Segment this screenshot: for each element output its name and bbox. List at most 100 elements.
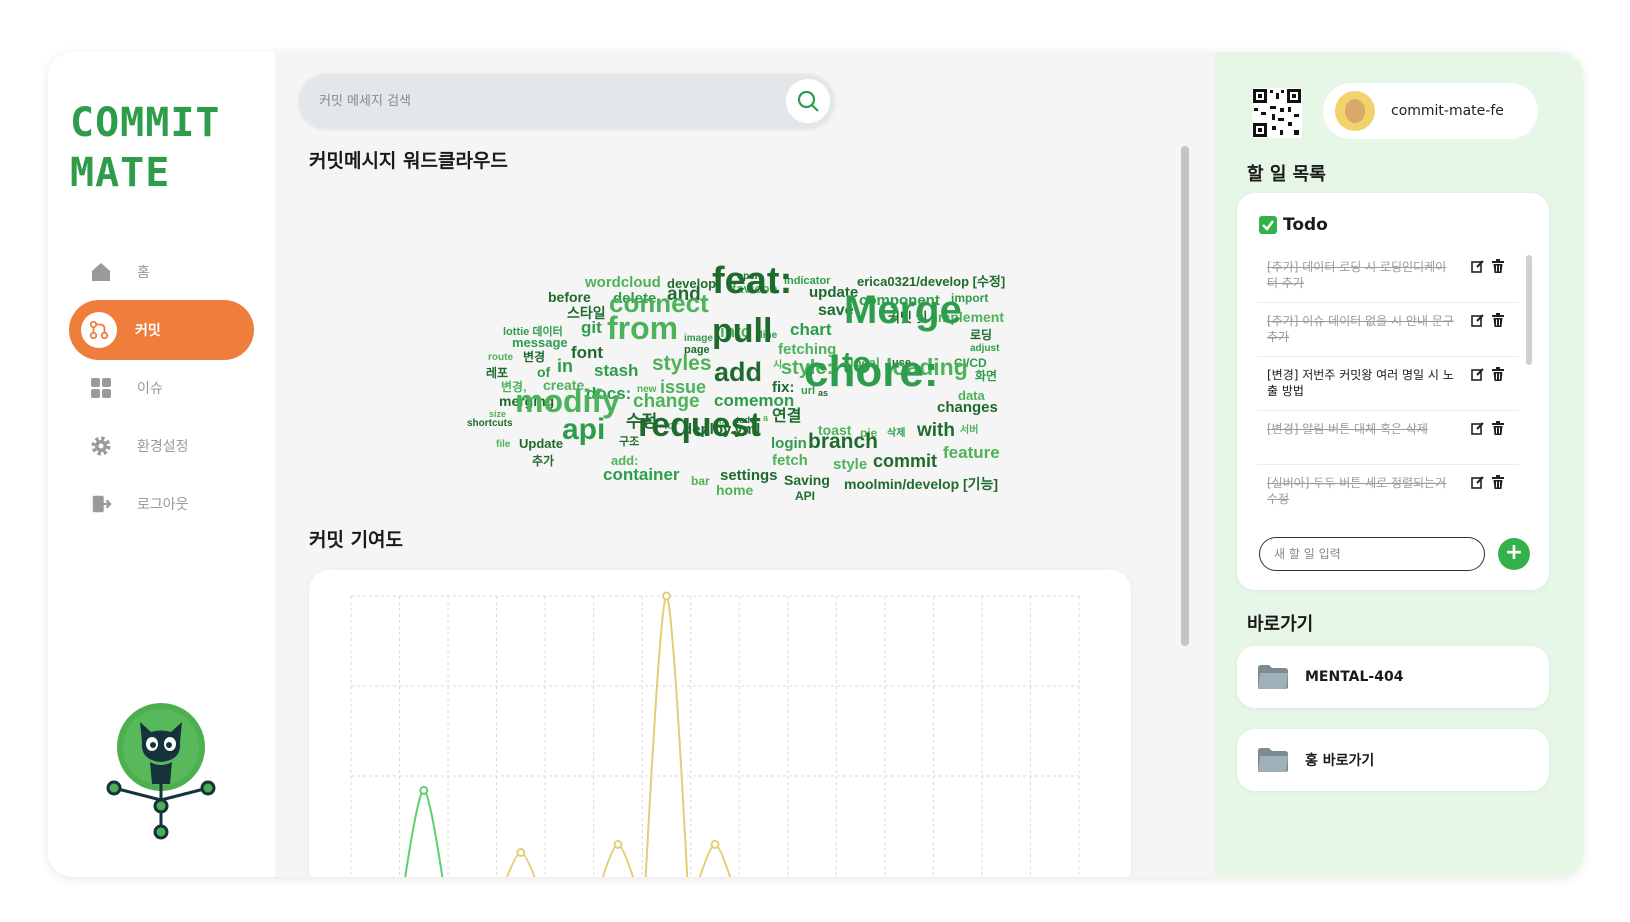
git-commit-icon: [81, 312, 117, 348]
wordcloud-word: shortcuts: [467, 418, 513, 429]
wordcloud-word: Merge: [844, 288, 962, 332]
todo-section-title: 할 일 목록: [1247, 164, 1326, 185]
todo-text: [실버아] 두두 버튼 세로 정렬되는거 수정: [1267, 476, 1447, 506]
todo-actions: [1471, 367, 1505, 381]
search-bar: [299, 74, 834, 128]
nav-item-settings[interactable]: 환경설정: [69, 416, 254, 476]
series-point[interactable]: [516, 848, 526, 857]
wordcloud-word: request: [638, 406, 761, 444]
trash-icon[interactable]: [1491, 367, 1505, 381]
profile-name: commit-mate-fe: [1391, 103, 1504, 119]
commit-wordcloud: wordcloud develop open favicon indicator upda…: [275, 212, 1175, 502]
wordcloud-word: 화면: [975, 369, 998, 383]
todo-actions: [1471, 259, 1505, 273]
series-line: [601, 843, 635, 877]
todo-card: Todo [추가] 데이터 로딩 시 로딩인디케이터 추가 [추가] 이슈 데이터…: [1237, 193, 1549, 590]
todo-item[interactable]: [추가] 데이터 로딩 시 로딩인디케이터 추가: [1257, 249, 1519, 303]
series-line: [698, 843, 732, 877]
wordcloud-word: 구조: [619, 436, 640, 448]
wordcloud-word: moolmin/develop [기능]: [844, 476, 999, 492]
wordcloud-word: a: [763, 413, 769, 423]
wordcloud-word: Saving: [784, 472, 830, 488]
wordcloud-word: home: [716, 482, 754, 498]
trash-icon[interactable]: [1491, 313, 1505, 327]
series-point[interactable]: [613, 839, 623, 849]
wordcloud-word: chore:: [804, 347, 939, 396]
series-point[interactable]: [419, 785, 429, 795]
octocat-mascot-icon: [106, 702, 226, 852]
edit-icon[interactable]: [1471, 367, 1485, 381]
wordcloud-word: adjust: [970, 343, 1000, 354]
nav-item-logout[interactable]: 로그아웃: [69, 474, 254, 534]
wordcloud-word: style: [833, 456, 868, 473]
edit-icon[interactable]: [1471, 475, 1485, 489]
series-line: [404, 789, 444, 877]
todo-text: [추가] 이슈 데이터 없을 시 안내 문구 추가: [1267, 314, 1454, 344]
edit-icon[interactable]: [1471, 313, 1485, 327]
wordcloud-word: font: [571, 343, 604, 362]
sidebar: COMMIT MATE 홈 커밋 이슈 환경설정 로그아웃: [48, 52, 275, 877]
trash-icon[interactable]: [1491, 421, 1505, 435]
contribution-title: 커밋 기여도: [309, 529, 404, 551]
search-icon: [797, 90, 819, 112]
shortcut-mental-404[interactable]: MENTAL-404: [1237, 646, 1549, 708]
main-scrollbar[interactable]: [1181, 146, 1189, 646]
wordcloud-word: settings: [720, 467, 778, 484]
todo-text: [변경] 알림 버튼 대체 혹은 삭제: [1267, 422, 1428, 436]
wordcloud-word: 레포: [486, 366, 509, 380]
trash-icon[interactable]: [1491, 475, 1505, 489]
edit-icon[interactable]: [1471, 421, 1485, 435]
main-content: 커밋메시지 워드클라우드 wordclouddevelopopenfavicon…: [275, 52, 1215, 877]
nav-item-issue[interactable]: 이슈: [69, 358, 254, 418]
app-window: COMMIT MATE 홈 커밋 이슈 환경설정 로그아웃 커밋 메세지 검색 …: [48, 52, 1583, 877]
wordcloud-word: container: [603, 465, 680, 484]
logo-line-2: MATE: [70, 150, 171, 196]
profile-chip[interactable]: commit-mate-fe: [1323, 83, 1538, 139]
todo-actions: [1471, 313, 1505, 327]
plus-icon: +: [1504, 540, 1524, 565]
todo-text: [추가] 데이터 로딩 시 로딩인디케이터 추가: [1267, 260, 1447, 290]
wordcloud-word: commit: [873, 451, 938, 471]
search-input[interactable]: [319, 74, 759, 128]
nav-label-issue: 이슈: [137, 381, 163, 397]
wordcloud-word: chart: [790, 320, 832, 339]
todo-item[interactable]: [변경] 저번주 커밋왕 여러 명일 시 노출 방법: [1257, 357, 1519, 411]
shortcut-section-title: 바로가기: [1247, 614, 1314, 635]
checkbox-icon: [1259, 216, 1277, 234]
todo-text: [변경] 저번주 커밋왕 여러 명일 시 노출 방법: [1267, 368, 1454, 398]
qr-code-icon[interactable]: [1252, 88, 1302, 138]
wordcloud-word: message: [512, 335, 568, 350]
wordcloud-word: feat:: [712, 260, 793, 302]
todo-scrollbar[interactable]: [1526, 255, 1532, 365]
new-todo-input[interactable]: [1259, 537, 1485, 571]
add-todo-button[interactable]: +: [1498, 538, 1530, 570]
nav-label-logout: 로그아웃: [137, 497, 189, 513]
wordcloud-word: route: [488, 352, 513, 363]
contribution-chart-card: [309, 570, 1131, 877]
todo-actions: [1471, 421, 1505, 435]
todo-item[interactable]: [변경] 알림 버튼 대체 혹은 삭제: [1257, 411, 1519, 465]
wordcloud-word: branch: [808, 430, 879, 453]
wordcloud-word: 변경: [523, 350, 546, 364]
wordcloud-word: changes: [937, 399, 998, 416]
shortcut-label: MENTAL-404: [1305, 669, 1404, 685]
avatar: [1335, 91, 1375, 131]
folder-icon: [1258, 665, 1288, 689]
series-point[interactable]: [710, 839, 720, 849]
edit-icon[interactable]: [1471, 259, 1485, 273]
shortcut-home[interactable]: 홍 바로가기: [1237, 729, 1549, 791]
todo-item[interactable]: [추가] 이슈 데이터 없을 시 안내 문구 추가: [1257, 303, 1519, 357]
right-panel: commit-mate-fe 할 일 목록 Todo [추가] 데이터 로딩 시…: [1215, 52, 1583, 877]
wordcloud-word: git: [581, 318, 602, 337]
wordcloud-word: erica0321/develop [수정]: [857, 274, 1006, 289]
folder-icon: [1258, 748, 1288, 772]
search-button[interactable]: [786, 79, 830, 123]
todo-item[interactable]: [실버아] 두두 버튼 세로 정렬되는거 수정: [1257, 465, 1519, 511]
series-point[interactable]: [661, 591, 671, 601]
trash-icon[interactable]: [1491, 259, 1505, 273]
nav-item-commit[interactable]: 커밋: [69, 300, 254, 360]
wordcloud-word: api: [562, 413, 606, 446]
nav-item-home[interactable]: 홈: [69, 242, 254, 302]
shortcut-label: 홍 바로가기: [1305, 753, 1375, 769]
wordcloud-title: 커밋메시지 워드클라우드: [309, 150, 508, 172]
